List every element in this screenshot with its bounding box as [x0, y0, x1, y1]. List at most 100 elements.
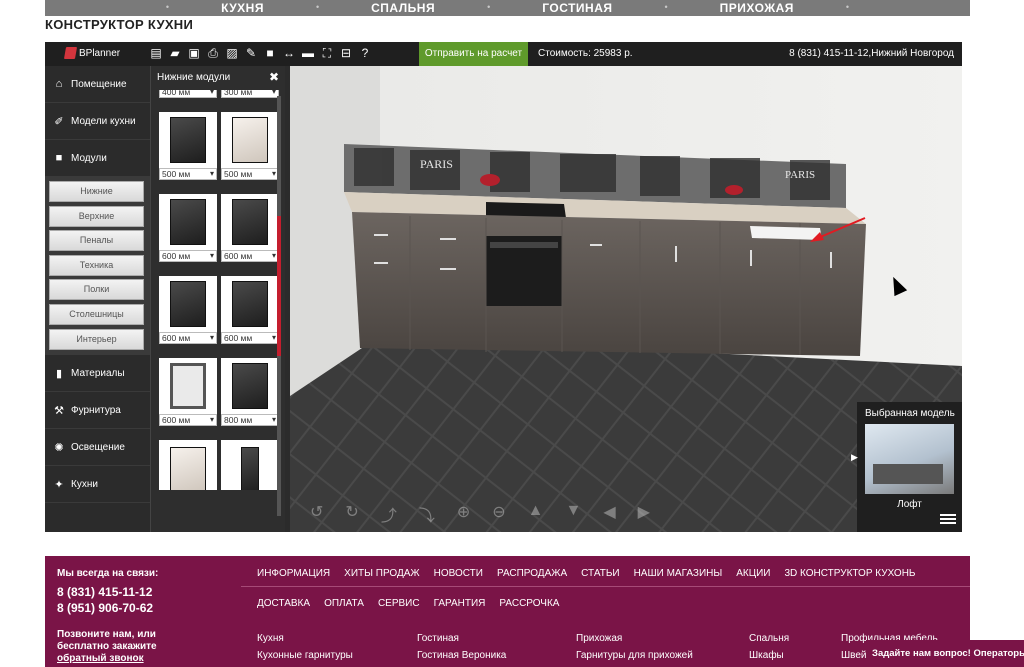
module-thumbnail[interactable]: [221, 112, 279, 168]
footer-link-3d-constructor[interactable]: 3D КОНСТРУКТОР КУХОНЬ: [785, 568, 916, 579]
footer-link[interactable]: Прихожая: [576, 630, 693, 647]
nav-kitchen[interactable]: КУХНЯ: [221, 1, 264, 15]
sidebar-item-hardware[interactable]: ⚒ Фурнитура: [45, 392, 150, 430]
module-size-select[interactable]: 800 мм: [221, 414, 279, 426]
footer-phone-2[interactable]: 8 (951) 906-70-62: [57, 601, 158, 615]
module-item[interactable]: 500 мм: [221, 112, 279, 180]
footer-link-articles[interactable]: СТАТЬИ: [581, 568, 619, 579]
sidebar-item-room[interactable]: ⌂ Помещение: [45, 66, 150, 103]
chat-widget-tab[interactable]: Задайте нам вопрос! Операторы: [866, 640, 1024, 667]
module-size-select[interactable]: 600 мм: [221, 332, 279, 344]
nav-living-room[interactable]: ГОСТИНАЯ: [542, 1, 612, 15]
nav-hallway[interactable]: ПРИХОЖАЯ: [720, 1, 794, 15]
modules-scrollbar-thumb[interactable]: [277, 216, 281, 356]
module-size-select[interactable]: 600 мм: [159, 414, 217, 426]
module-size-select[interactable]: 600 мм: [159, 332, 217, 344]
footer-link-info[interactable]: ИНФОРМАЦИЯ: [257, 568, 330, 579]
subcategory-upper[interactable]: Верхние: [49, 205, 144, 227]
zoom-out-icon[interactable]: ⊖: [492, 502, 505, 526]
rotate-left-icon[interactable]: ↺: [310, 502, 323, 526]
footer-link-installments[interactable]: РАССРОЧКА: [499, 598, 559, 609]
module-thumbnail[interactable]: [159, 112, 217, 168]
module-item[interactable]: 600 мм: [159, 276, 217, 344]
comment-icon[interactable]: ▬: [301, 45, 315, 61]
module-thumbnail[interactable]: [159, 358, 217, 414]
move-right-icon[interactable]: ▶: [638, 502, 650, 526]
module-thumbnail[interactable]: [221, 440, 279, 490]
subcategory-countertops[interactable]: Столешницы: [49, 303, 144, 325]
hide-panels-icon[interactable]: ⊟: [339, 45, 353, 61]
subcategory-appliances[interactable]: Техника: [49, 254, 144, 276]
footer-link[interactable]: Гарнитуры для прихожей: [576, 647, 693, 664]
print-icon[interactable]: ⎙: [206, 45, 220, 61]
module-item[interactable]: [221, 440, 279, 490]
footer-link[interactable]: Шкафы: [749, 647, 789, 664]
module-thumbnail[interactable]: [221, 358, 279, 414]
footer-link-warranty[interactable]: ГАРАНТИЯ: [434, 598, 486, 609]
module-thumbnail[interactable]: [159, 194, 217, 250]
footer-link-delivery[interactable]: ДОСТАВКА: [257, 598, 310, 609]
sidebar-item-modules[interactable]: ■ Модули: [45, 140, 150, 177]
module-item[interactable]: 600 мм: [159, 358, 217, 426]
footer-link-bestsellers[interactable]: ХИТЫ ПРОДАЖ: [344, 568, 419, 579]
footer-phone-1[interactable]: 8 (831) 415-11-12: [57, 585, 158, 599]
footer-link[interactable]: Гостиная Вероника: [417, 647, 506, 664]
close-icon[interactable]: ✖: [269, 70, 279, 84]
module-item[interactable]: [159, 440, 217, 490]
module-item[interactable]: 600 мм: [221, 276, 279, 344]
expand-arrow-icon[interactable]: ▶: [851, 452, 858, 463]
footer-link-stores[interactable]: НАШИ МАГАЗИНЫ: [634, 568, 723, 579]
module-size-select[interactable]: 300 мм: [221, 90, 279, 98]
footer-link[interactable]: Кухонные гарнитуры: [257, 647, 353, 664]
module-thumbnail[interactable]: [159, 276, 217, 332]
video-icon[interactable]: ■: [263, 45, 277, 61]
send-for-calculation-button[interactable]: Отправить на расчет: [419, 42, 528, 66]
footer-link[interactable]: Кухня: [257, 630, 353, 647]
rotate-right-icon[interactable]: ↻: [345, 502, 358, 526]
footer-link[interactable]: Гостиная: [417, 630, 506, 647]
subcategory-tall-units[interactable]: Пеналы: [49, 230, 144, 252]
subcategory-interior[interactable]: Интерьер: [49, 328, 144, 350]
footer-link-sale[interactable]: РАСПРОДАЖА: [497, 568, 567, 579]
kitchen-3d-viewport[interactable]: PARIS PARIS ↺ ↻ ⤴ ⤵ ⊕ ⊖ ▲ ▼ ◀ ▶ ▶ Выбран…: [290, 66, 962, 532]
sidebar-item-kitchen-models[interactable]: ✐ Модели кухни: [45, 103, 150, 140]
fullscreen-icon[interactable]: ⛶: [320, 45, 334, 61]
zoom-in-icon[interactable]: ⊕: [457, 502, 470, 526]
module-item[interactable]: 800 мм: [221, 358, 279, 426]
tilt-up-icon[interactable]: ⤴: [381, 502, 397, 526]
module-item[interactable]: 600 мм: [221, 194, 279, 262]
module-size-select[interactable]: 600 мм: [221, 250, 279, 262]
module-thumbnail[interactable]: [159, 440, 217, 490]
open-folder-icon[interactable]: ▰: [168, 45, 182, 61]
nav-bedroom[interactable]: СПАЛЬНЯ: [371, 1, 435, 15]
pencil-icon[interactable]: ✎: [244, 45, 258, 61]
arrows-horizontal-icon[interactable]: ↔: [282, 45, 296, 61]
callback-link[interactable]: обратный звонок: [57, 653, 144, 664]
module-item[interactable]: 600 мм: [159, 194, 217, 262]
module-size-select[interactable]: 500 мм: [159, 168, 217, 180]
module-thumbnail[interactable]: [221, 276, 279, 332]
module-size-select[interactable]: 400 мм: [159, 90, 217, 98]
module-size-select[interactable]: 600 мм: [159, 250, 217, 262]
module-item[interactable]: 500 мм: [159, 112, 217, 180]
move-down-icon[interactable]: ▼: [566, 502, 582, 526]
module-thumbnail[interactable]: [221, 194, 279, 250]
footer-link-promos[interactable]: АКЦИИ: [736, 568, 770, 579]
footer-link[interactable]: Спальня: [749, 630, 789, 647]
help-icon[interactable]: ?: [358, 45, 372, 61]
module-size-select[interactable]: 500 мм: [221, 168, 279, 180]
footer-link-news[interactable]: НОВОСТИ: [434, 568, 483, 579]
subcategory-lower[interactable]: Нижние: [49, 181, 144, 202]
list-icon[interactable]: [940, 514, 956, 528]
footer-link-payment[interactable]: ОПЛАТА: [324, 598, 364, 609]
sidebar-item-kitchens[interactable]: ✦ Кухни: [45, 466, 150, 504]
new-file-icon[interactable]: ▤: [149, 45, 163, 61]
modules-scrollbar[interactable]: [277, 96, 281, 516]
sidebar-item-lighting[interactable]: ✺ Освещение: [45, 429, 150, 467]
selected-model-thumbnail[interactable]: [865, 424, 954, 494]
sidebar-item-materials[interactable]: ▮ Материалы: [45, 355, 150, 393]
footer-link-service[interactable]: СЕРВИС: [378, 598, 420, 609]
subcategory-shelves[interactable]: Полки: [49, 279, 144, 301]
tilt-down-icon[interactable]: ⤵: [419, 502, 435, 526]
move-up-icon[interactable]: ▲: [528, 502, 544, 526]
